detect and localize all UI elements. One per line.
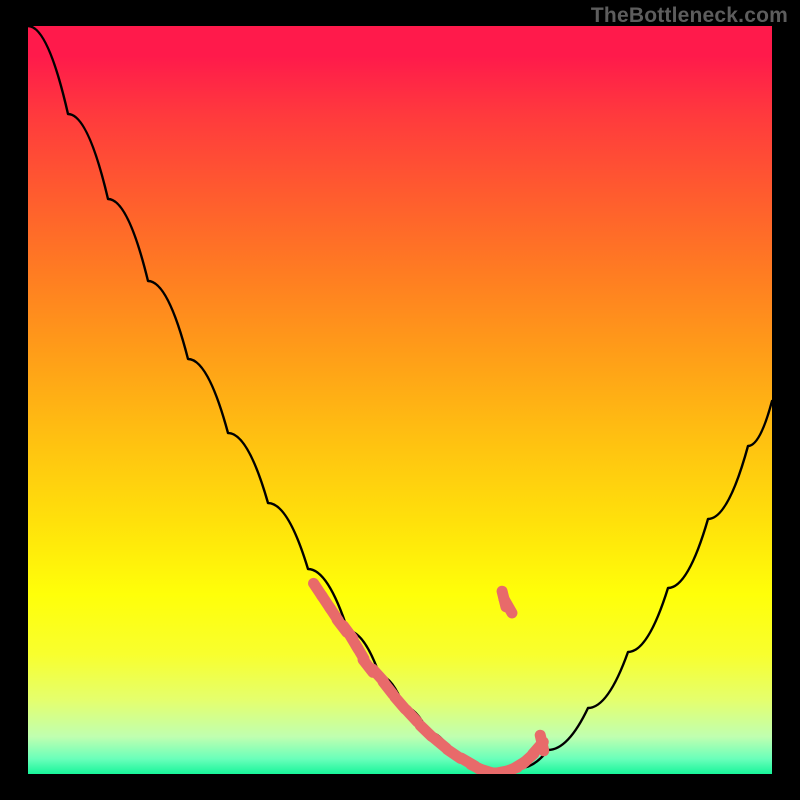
plot-frame <box>28 26 772 774</box>
watermark-text: TheBottleneck.com <box>591 4 788 28</box>
marker-dash <box>540 735 544 751</box>
chart-svg <box>28 26 772 774</box>
highlighted-points <box>314 583 544 773</box>
bottleneck-curve <box>28 26 772 774</box>
marker-dash <box>504 599 512 613</box>
marker-dash <box>383 682 393 695</box>
